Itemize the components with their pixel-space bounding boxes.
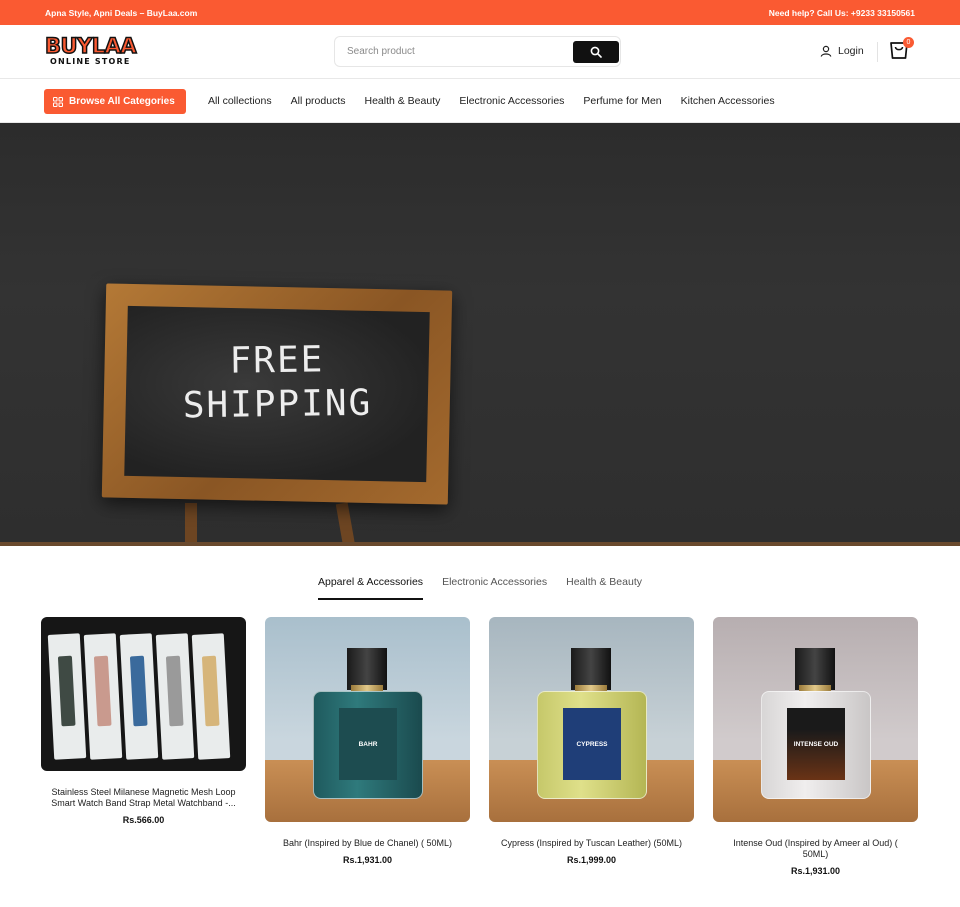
- browse-categories-button[interactable]: Browse All Categories: [44, 89, 186, 114]
- nav-link-all-products[interactable]: All products: [291, 95, 346, 107]
- perfume-label: CYPRESS: [563, 708, 621, 780]
- product-title[interactable]: Bahr (Inspired by Blue de Chanel) ( 50ML…: [265, 838, 470, 849]
- tab-electronic-accessories[interactable]: Electronic Accessories: [442, 576, 547, 600]
- product-card[interactable]: INTENSE OUD Intense Oud (Inspired by Ame…: [713, 617, 918, 876]
- chalkboard-line-1: FREE: [229, 339, 325, 382]
- chalkboard: FREE SHIPPING: [101, 283, 453, 505]
- perfume-label: BAHR: [339, 708, 397, 780]
- browse-categories-label: Browse All Categories: [69, 96, 175, 107]
- logo-main-text: BUYLAA: [44, 34, 137, 58]
- search-box: [334, 36, 621, 67]
- product-card[interactable]: BAHR Bahr (Inspired by Blue de Chanel) (…: [265, 617, 470, 865]
- search-button[interactable]: [573, 41, 619, 63]
- chalkboard-text: FREE SHIPPING: [126, 337, 429, 429]
- chalkboard-slate: FREE SHIPPING: [124, 305, 430, 483]
- announcement-bar: Apna Style, Apni Deals – BuyLaa.com Need…: [0, 0, 960, 25]
- product-title[interactable]: Stainless Steel Milanese Magnetic Mesh L…: [41, 787, 246, 809]
- login-button[interactable]: Login: [820, 43, 864, 59]
- announcement-text: Apna Style, Apni Deals – BuyLaa.com: [45, 7, 198, 18]
- easel-leg: [185, 503, 197, 546]
- search-input[interactable]: [335, 37, 573, 66]
- header-divider: [877, 42, 878, 62]
- watch-band-pack: [47, 633, 87, 760]
- perfume-cap: [347, 648, 387, 690]
- nav-link-health-beauty[interactable]: Health & Beauty: [364, 95, 440, 107]
- hero-floor: [0, 542, 960, 546]
- product-price: Rs.1,931.00: [342, 855, 393, 865]
- help-phone-text[interactable]: Need help? Call Us: +9233 33150561: [769, 8, 915, 18]
- nav-link-perfume-for-men[interactable]: Perfume for Men: [583, 95, 661, 107]
- nav-link-electronic-accessories[interactable]: Electronic Accessories: [459, 95, 564, 107]
- nav-link-all-collections[interactable]: All collections: [208, 95, 272, 107]
- logo[interactable]: BUYLAA ONLINE STORE: [44, 34, 140, 69]
- product-image[interactable]: CYPRESS: [489, 617, 694, 822]
- grid-icon: [53, 96, 63, 107]
- logo-sub-text: ONLINE STORE: [50, 57, 131, 66]
- perfume-cap: [795, 648, 835, 690]
- watch-band-pack: [119, 633, 159, 760]
- product-image[interactable]: INTENSE OUD: [713, 617, 918, 822]
- hero-banner[interactable]: FREE SHIPPING: [0, 123, 960, 546]
- perfume-bottle: CYPRESS: [537, 691, 647, 799]
- search-icon: [590, 46, 602, 58]
- product-card[interactable]: CYPRESS Cypress (Inspired by Tuscan Leat…: [489, 617, 694, 865]
- product-price: Rs.1,931.00: [790, 866, 841, 876]
- perfume-cap: [571, 648, 611, 690]
- perfume-bottle: INTENSE OUD: [761, 691, 871, 799]
- tab-health-beauty[interactable]: Health & Beauty: [566, 576, 642, 600]
- easel-leg: [335, 502, 357, 546]
- product-image[interactable]: [41, 617, 246, 771]
- product-price: Rs.566.00: [122, 815, 165, 825]
- watch-band-pack: [155, 633, 195, 760]
- product-image[interactable]: BAHR: [265, 617, 470, 822]
- product-title[interactable]: Cypress (Inspired by Tuscan Leather) (50…: [489, 838, 694, 849]
- perfume-bottle: BAHR: [313, 691, 423, 799]
- nav-link-kitchen-accessories[interactable]: Kitchen Accessories: [681, 95, 775, 107]
- watch-band-pack: [83, 633, 123, 760]
- main-nav: Browse All Categories All collections Al…: [0, 79, 960, 123]
- cart-count-badge: 0: [903, 37, 914, 48]
- tab-apparel-accessories[interactable]: Apparel & Accessories: [318, 576, 424, 600]
- watch-band-pack: [191, 633, 231, 760]
- product-tabs: Apparel & Accessories Electronic Accesso…: [0, 576, 960, 600]
- product-title[interactable]: Intense Oud (Inspired by Ameer al Oud) (…: [713, 838, 918, 860]
- user-icon: [820, 45, 832, 57]
- nav-links: All collections All products Health & Be…: [208, 79, 775, 123]
- perfume-label: INTENSE OUD: [787, 708, 845, 780]
- site-header: BUYLAA ONLINE STORE Login 0: [0, 25, 960, 79]
- chalkboard-line-2: SHIPPING: [182, 382, 373, 427]
- product-price: Rs.1,999.00: [566, 855, 617, 865]
- product-card[interactable]: Stainless Steel Milanese Magnetic Mesh L…: [41, 617, 246, 825]
- login-label: Login: [838, 45, 864, 57]
